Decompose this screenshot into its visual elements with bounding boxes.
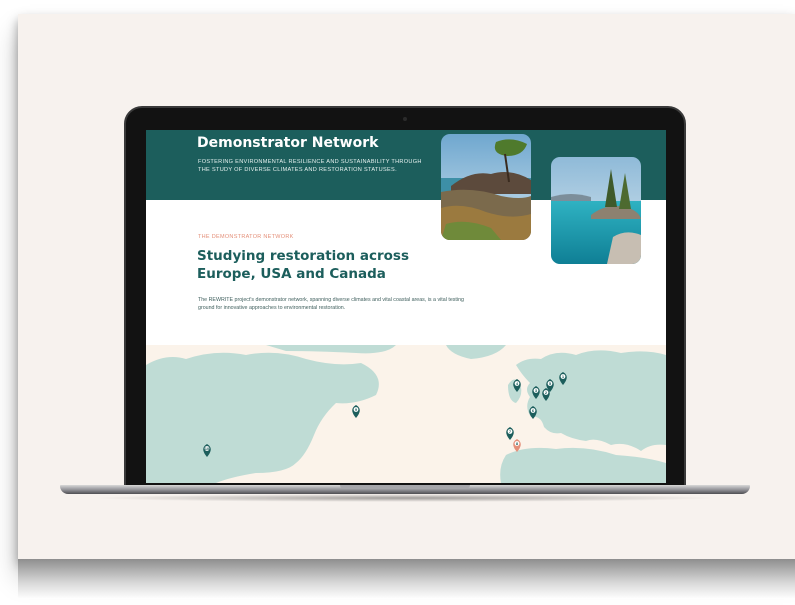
map-pin-7: 7 (506, 427, 514, 440)
section-heading: Studying restoration across Europe, USA … (197, 248, 409, 282)
demonstrator-map[interactable]: 10 9 4 3 2 5 1 6 7 8 (146, 345, 666, 483)
camera-icon (403, 117, 407, 121)
map-landmass-europe (516, 350, 666, 451)
svg-text:10: 10 (205, 446, 210, 451)
section-description: The REWRITE project's demonstrator netwo… (198, 297, 464, 311)
laptop-shadow (90, 494, 720, 502)
coastal-rocks-photo (441, 134, 531, 240)
map-landmass-arctic (266, 345, 396, 354)
page-title: Demonstrator Network (197, 135, 379, 151)
map-landmass-africa (500, 447, 666, 483)
lake-island-photo (551, 157, 641, 264)
laptop-notch (340, 485, 470, 489)
hero-subtitle: FOSTERING ENVIRONMENTAL RESILIENCE AND S… (198, 159, 422, 173)
laptop-screen: Demonstrator Network FOSTERING ENVIRONME… (146, 130, 666, 483)
card-shadow (18, 559, 795, 599)
section-eyebrow: THE DEMONSTRATOR NETWORK (198, 234, 294, 240)
map-landmass-north-america (146, 352, 379, 483)
map-landmass-greenland (446, 345, 506, 359)
map-pin-9: 9 (352, 405, 360, 418)
map-pin-8: 8 (513, 439, 521, 452)
